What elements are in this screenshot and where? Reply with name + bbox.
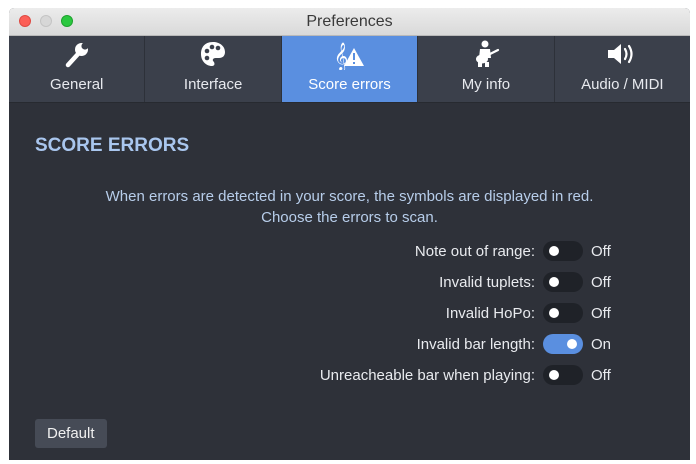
tab-general-label: General bbox=[50, 76, 104, 93]
window-title: Preferences bbox=[306, 13, 393, 30]
option-unreachable-bar: Unreacheable bar when playing: Off bbox=[9, 364, 611, 386]
option-state: Off bbox=[591, 242, 611, 260]
toggle-knob bbox=[549, 246, 559, 256]
tab-general[interactable]: General bbox=[9, 36, 146, 102]
option-note-out-of-range: Note out of range: Off bbox=[9, 240, 611, 262]
option-invalid-bar-length: Invalid bar length: On bbox=[9, 333, 611, 355]
tab-score-errors-label: Score errors bbox=[308, 76, 391, 93]
option-label: Unreacheable bar when playing: bbox=[319, 366, 535, 384]
option-label: Invalid HoPo: bbox=[445, 304, 535, 322]
tab-my-info[interactable]: My info bbox=[418, 36, 555, 102]
default-button[interactable]: Default bbox=[35, 419, 107, 448]
palette-icon bbox=[201, 42, 226, 66]
description-line-1: When errors are detected in your score, … bbox=[105, 188, 594, 205]
tab-bar: General Interface 𝄞 Score errors My info… bbox=[9, 36, 690, 103]
tab-my-info-label: My info bbox=[461, 76, 511, 93]
section-description: When errors are detected in your score, … bbox=[9, 186, 690, 228]
option-label: Invalid tuplets: bbox=[439, 273, 535, 291]
option-invalid-tuplets: Invalid tuplets: Off bbox=[9, 271, 611, 293]
option-label: Invalid bar length: bbox=[416, 335, 535, 353]
title-bar: Preferences bbox=[9, 8, 690, 36]
option-state: Off bbox=[591, 273, 611, 291]
option-state: On bbox=[591, 335, 612, 353]
tab-audio-midi[interactable]: Audio / MIDI bbox=[555, 36, 690, 102]
invalid-hopo-toggle[interactable] bbox=[543, 303, 583, 323]
tab-interface-label: Interface bbox=[183, 76, 243, 93]
wrench-icon bbox=[65, 42, 89, 68]
clef-warning-icon: 𝄞 bbox=[334, 42, 364, 70]
guitarist-icon bbox=[475, 40, 500, 67]
tab-score-errors[interactable]: 𝄞 Score errors bbox=[281, 36, 419, 102]
toggle-knob bbox=[549, 370, 559, 380]
tab-audio-midi-label: Audio / MIDI bbox=[581, 76, 664, 93]
note-out-of-range-toggle[interactable] bbox=[543, 241, 583, 261]
preferences-window: Preferences General Interface 𝄞 Score er… bbox=[9, 8, 690, 460]
tab-interface[interactable]: Interface bbox=[145, 36, 282, 102]
invalid-tuplets-toggle[interactable] bbox=[543, 272, 583, 292]
unreachable-bar-toggle[interactable] bbox=[543, 365, 583, 385]
invalid-bar-length-toggle[interactable] bbox=[543, 334, 583, 354]
option-state: Off bbox=[591, 366, 611, 384]
option-label: Note out of range: bbox=[414, 242, 535, 260]
toggle-knob bbox=[549, 308, 559, 318]
description-line-2: Choose the errors to scan. bbox=[261, 209, 438, 226]
option-state: Off bbox=[591, 304, 611, 322]
toggle-knob bbox=[567, 339, 577, 349]
option-invalid-hopo: Invalid HoPo: Off bbox=[9, 302, 611, 324]
toggle-knob bbox=[549, 277, 559, 287]
speaker-icon bbox=[608, 44, 633, 64]
score-errors-panel: SCORE ERRORS When errors are detected in… bbox=[9, 103, 690, 460]
section-title: SCORE ERRORS bbox=[35, 135, 190, 156]
